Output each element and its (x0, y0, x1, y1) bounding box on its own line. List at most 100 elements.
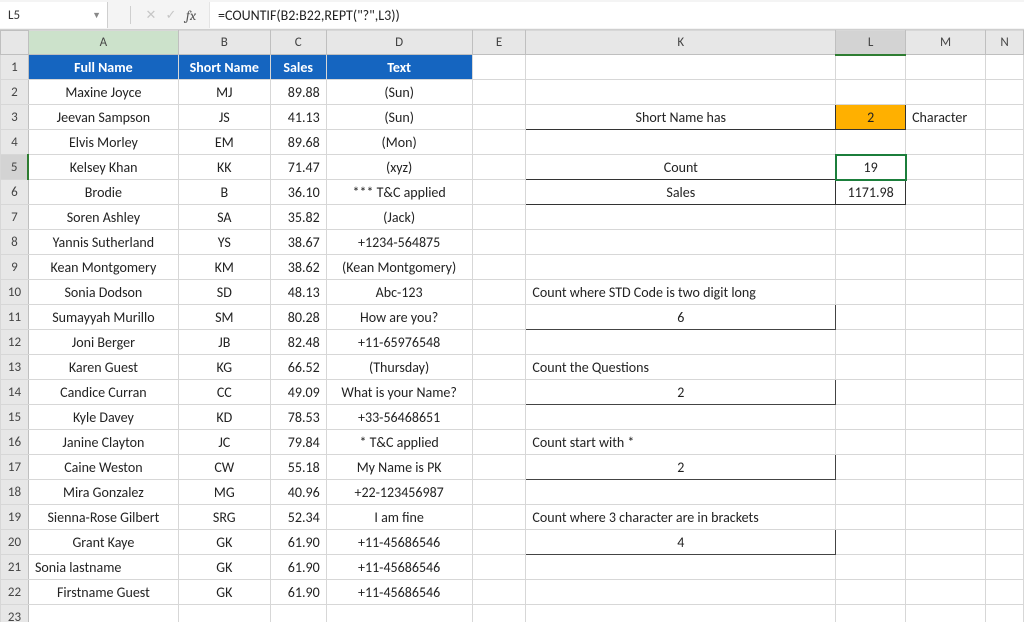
row-header[interactable]: 13 (1, 355, 29, 380)
cell[interactable] (906, 380, 986, 405)
header-text[interactable]: Text (326, 55, 472, 80)
cell[interactable] (986, 505, 1024, 530)
cell[interactable] (526, 55, 836, 80)
cell[interactable] (836, 430, 906, 455)
cell[interactable]: +11-45686546 (326, 580, 472, 605)
star-label[interactable]: Count start with * (526, 430, 836, 455)
cell[interactable]: Firstname Guest (28, 580, 178, 605)
cell[interactable]: Sumayyah Murillo (28, 305, 178, 330)
cell[interactable]: (Thursday) (326, 355, 472, 380)
cell[interactable]: EM (178, 130, 270, 155)
cell[interactable] (836, 280, 906, 305)
cell[interactable] (986, 405, 1024, 430)
cell[interactable] (836, 130, 906, 155)
cell[interactable]: Elvis Morley (28, 130, 178, 155)
cell[interactable]: (xyz) (326, 155, 472, 180)
cancel-icon[interactable]: ✕ (141, 8, 161, 23)
cell[interactable]: Maxine Joyce (28, 80, 178, 105)
row-header[interactable]: 2 (1, 80, 29, 105)
col-header-N[interactable]: N (986, 31, 1024, 55)
cell[interactable] (836, 605, 906, 622)
cell[interactable]: 66.52 (270, 355, 326, 380)
cell[interactable] (836, 455, 906, 480)
col-header-M[interactable]: M (906, 31, 986, 55)
cell[interactable] (836, 55, 906, 80)
cell[interactable] (906, 280, 986, 305)
cell[interactable] (906, 580, 986, 605)
questions-label[interactable]: Count the Questions (526, 355, 836, 380)
row-header[interactable]: 5 (1, 155, 29, 180)
cell[interactable] (906, 205, 986, 230)
cell[interactable] (986, 155, 1024, 180)
cell[interactable]: 82.48 (270, 330, 326, 355)
chevron-down-icon[interactable]: ▼ (92, 10, 101, 21)
row-header[interactable]: 1 (1, 55, 29, 80)
cell[interactable] (472, 255, 526, 280)
cell[interactable] (986, 80, 1024, 105)
cell[interactable]: 80.28 (270, 305, 326, 330)
cell[interactable]: 61.90 (270, 530, 326, 555)
cell[interactable]: Abc-123 (326, 280, 472, 305)
cell[interactable]: 38.67 (270, 230, 326, 255)
row-header[interactable]: 20 (1, 530, 29, 555)
sales-value[interactable]: 1171.98 (836, 180, 906, 205)
col-header-A[interactable]: A (28, 31, 178, 55)
cell[interactable]: Brodie (28, 180, 178, 205)
cell[interactable] (472, 480, 526, 505)
row-header[interactable]: 14 (1, 380, 29, 405)
cell[interactable] (472, 505, 526, 530)
row-header[interactable]: 10 (1, 280, 29, 305)
cell[interactable] (472, 355, 526, 380)
row-header[interactable]: 22 (1, 580, 29, 605)
cell[interactable] (986, 555, 1024, 580)
shortname-has-value[interactable]: 2 (836, 105, 906, 130)
cell[interactable]: 35.82 (270, 205, 326, 230)
cell[interactable]: +11-65976548 (326, 330, 472, 355)
cell[interactable] (472, 580, 526, 605)
sales-label[interactable]: Sales (526, 180, 836, 205)
cell[interactable] (472, 330, 526, 355)
cell[interactable] (472, 155, 526, 180)
cell[interactable] (526, 405, 836, 430)
cell[interactable] (836, 305, 906, 330)
cell[interactable] (28, 605, 178, 622)
cell[interactable] (906, 555, 986, 580)
cell[interactable]: JS (178, 105, 270, 130)
cell[interactable]: +1234-564875 (326, 230, 472, 255)
cell[interactable]: +33-56468651 (326, 405, 472, 430)
cell[interactable] (906, 480, 986, 505)
cell[interactable]: B (178, 180, 270, 205)
cell[interactable] (836, 355, 906, 380)
count-value[interactable]: 19 (836, 155, 906, 180)
cell[interactable] (270, 605, 326, 622)
cell[interactable] (986, 305, 1024, 330)
cell[interactable] (472, 605, 526, 622)
cell[interactable] (986, 130, 1024, 155)
cell[interactable]: 78.53 (270, 405, 326, 430)
cell[interactable] (906, 55, 986, 80)
cell[interactable] (906, 255, 986, 280)
col-header-D[interactable]: D (326, 31, 472, 55)
cell[interactable] (906, 530, 986, 555)
cell[interactable] (526, 80, 836, 105)
cell[interactable] (472, 455, 526, 480)
cell[interactable]: +22-123456987 (326, 480, 472, 505)
brackets-value[interactable]: 4 (526, 530, 836, 555)
cell[interactable]: Sonia Dodson (28, 280, 178, 305)
cell[interactable] (836, 80, 906, 105)
cell[interactable] (836, 255, 906, 280)
cell[interactable] (526, 330, 836, 355)
cell[interactable]: *** T&C applied (326, 180, 472, 205)
name-box[interactable]: L5 ▼ (0, 2, 108, 28)
cell[interactable] (526, 205, 836, 230)
cell[interactable]: SM (178, 305, 270, 330)
cell[interactable] (526, 130, 836, 155)
cell[interactable] (906, 355, 986, 380)
cell[interactable]: (Sun) (326, 105, 472, 130)
cell[interactable]: 79.84 (270, 430, 326, 455)
cell[interactable] (836, 380, 906, 405)
cell[interactable]: 89.68 (270, 130, 326, 155)
row-header[interactable]: 19 (1, 505, 29, 530)
cell[interactable]: 61.90 (270, 580, 326, 605)
fx-icon[interactable]: fx (181, 7, 201, 24)
